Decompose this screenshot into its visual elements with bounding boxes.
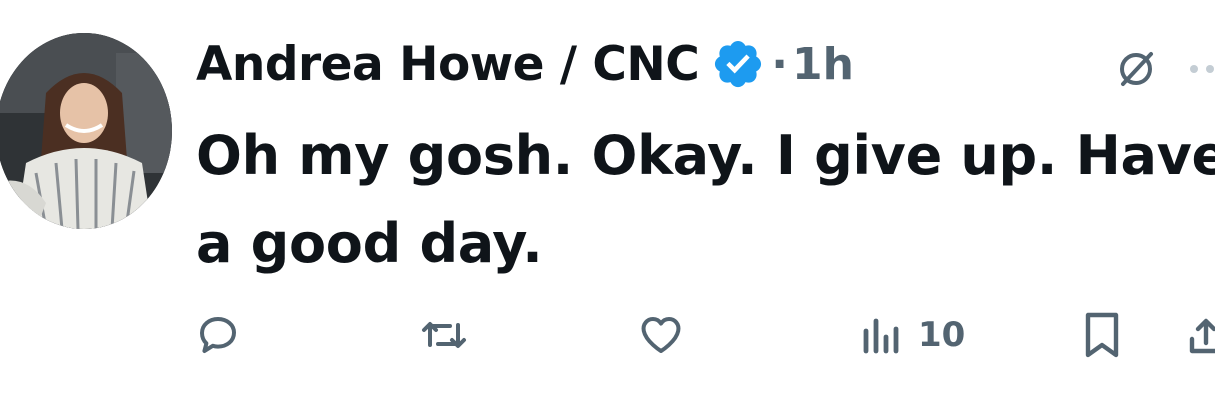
separator-dot: · [771,38,788,90]
author-name[interactable]: Andrea Howe / CNC [196,37,700,92]
author-avatar[interactable] [0,33,172,229]
views-icon [860,311,904,359]
reply-button[interactable] [194,310,242,360]
retweet-button[interactable] [418,310,470,360]
share-button[interactable] [1188,310,1215,360]
bookmark-button[interactable] [1080,310,1124,360]
verified-badge-icon[interactable] [711,37,765,91]
retweet-icon [418,311,470,359]
views-button[interactable]: 10 [860,310,965,360]
reply-icon [194,311,242,359]
bookmark-icon [1080,309,1124,361]
like-button[interactable] [637,310,685,360]
tweet-header: Andrea Howe / CNC · 1h [196,28,854,100]
tweet-actions: 10 [0,300,1215,370]
share-icon [1188,311,1215,359]
tweet-text: Oh my gosh. Okay. I give up. Have a good… [196,124,1215,275]
more-icon[interactable] [1186,48,1215,90]
timestamp[interactable]: 1h [792,39,854,90]
like-icon [637,311,685,359]
grok-icon[interactable] [1115,48,1157,90]
views-count: 10 [918,315,966,355]
